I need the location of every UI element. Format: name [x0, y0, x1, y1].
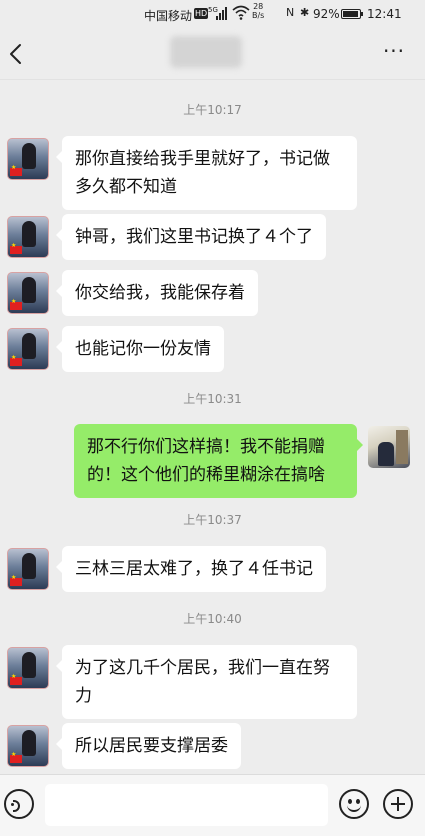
hd-badge: HD [194, 8, 209, 19]
message-bubble-incoming[interactable]: 也能记你一份友情 [56, 326, 224, 372]
timestamp: 上午10:37 [183, 513, 242, 527]
nfc-icon: N [286, 6, 295, 19]
clock: 12:41 [367, 7, 402, 21]
contact-avatar[interactable] [7, 647, 49, 689]
chevron-left-icon [10, 44, 21, 64]
chat-header: ··· [0, 28, 425, 80]
message-bubble-incoming[interactable]: 那你直接给我手里就好了，书记做多久都不知道 [56, 136, 357, 210]
my-avatar[interactable] [368, 426, 410, 468]
message-bubble-incoming[interactable]: 为了这几千个居民，我们一直在努力 [56, 645, 357, 719]
back-button[interactable] [4, 38, 32, 70]
message-bubble-incoming[interactable]: 三林三居太难了，换了４任书记 [56, 546, 326, 592]
network-speed: 28 B/s [252, 2, 265, 20]
carrier-name: 中国移动 [144, 9, 193, 23]
battery-percent: 92% [313, 7, 340, 21]
bluetooth-icon: ✱ [300, 6, 310, 19]
svg-text:5G: 5G [208, 6, 218, 14]
battery-icon [341, 9, 363, 19]
contact-avatar[interactable] [7, 216, 49, 258]
contact-avatar[interactable] [7, 725, 49, 767]
timestamp: 上午10:40 [183, 612, 242, 626]
message-list[interactable]: 上午10:17 那你直接给我手里就好了，书记做多久都不知道 钟哥，我们这里书记换… [0, 80, 425, 774]
contact-avatar[interactable] [7, 272, 49, 314]
voice-icon[interactable] [4, 789, 34, 819]
message-input[interactable] [45, 784, 328, 826]
timestamp: 上午10:31 [183, 392, 242, 406]
more-button[interactable]: ··· [376, 41, 412, 64]
timestamp: 上午10:17 [183, 103, 242, 117]
plus-icon[interactable] [383, 789, 413, 819]
message-bubble-incoming[interactable]: 所以居民要支撑居委 [56, 723, 241, 769]
more-dots-icon: ··· [382, 39, 406, 63]
contact-name-blurred [170, 36, 242, 68]
contact-avatar[interactable] [7, 548, 49, 590]
input-bar [0, 774, 425, 836]
message-bubble-incoming[interactable]: 你交给我，我能保存着 [56, 270, 258, 316]
contact-avatar[interactable] [7, 138, 49, 180]
message-bubble-outgoing[interactable]: 那不行你们这样搞！我不能捐赠的！这个他们的稀里糊涂在搞啥 [74, 424, 363, 498]
contact-avatar[interactable] [7, 328, 49, 370]
message-bubble-incoming[interactable]: 钟哥，我们这里书记换了４个了 [56, 214, 326, 260]
signal-icon: 5G [208, 5, 230, 24]
status-bar: 中国移动 HD 5G 28 B/s N ✱ 92% 12:41 [0, 0, 425, 28]
wifi-icon [232, 5, 250, 24]
emoji-icon[interactable] [339, 789, 369, 819]
